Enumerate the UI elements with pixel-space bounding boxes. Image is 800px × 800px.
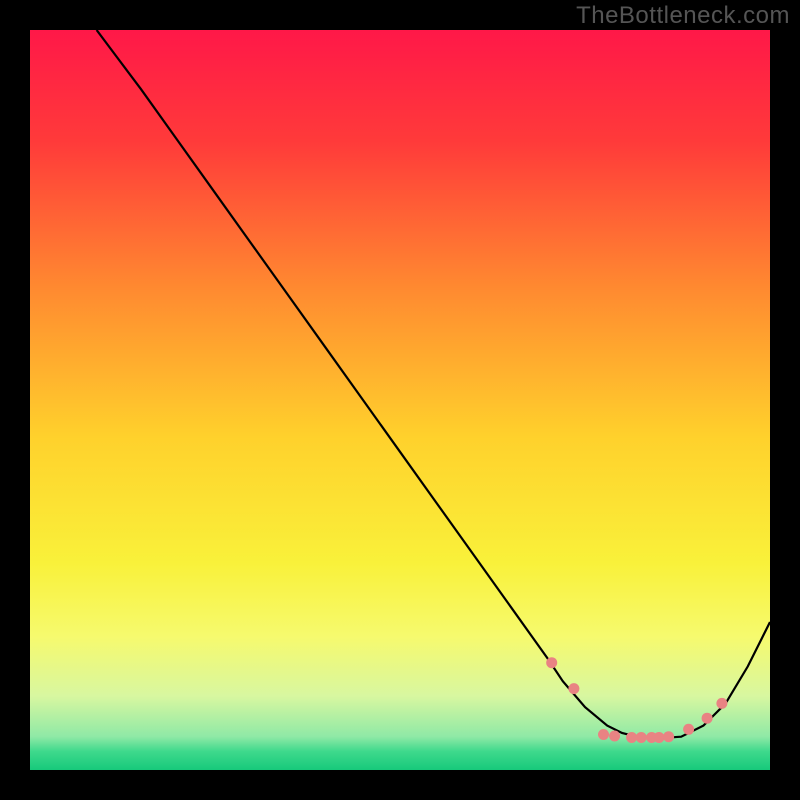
plot-area: [30, 30, 770, 770]
watermark-text: TheBottleneck.com: [576, 2, 790, 30]
curve-marker: [663, 731, 674, 742]
chart-frame: TheBottleneck.com: [0, 0, 800, 800]
gradient-background: [30, 30, 770, 770]
curve-marker: [626, 732, 637, 743]
curve-marker: [598, 729, 609, 740]
curve-marker: [702, 713, 713, 724]
curve-marker: [568, 683, 579, 694]
curve-marker: [683, 724, 694, 735]
curve-marker: [716, 698, 727, 709]
curve-marker: [636, 732, 647, 743]
plot-svg: [30, 30, 770, 770]
curve-marker: [609, 730, 620, 741]
curve-marker: [654, 732, 665, 743]
curve-marker: [546, 657, 557, 668]
